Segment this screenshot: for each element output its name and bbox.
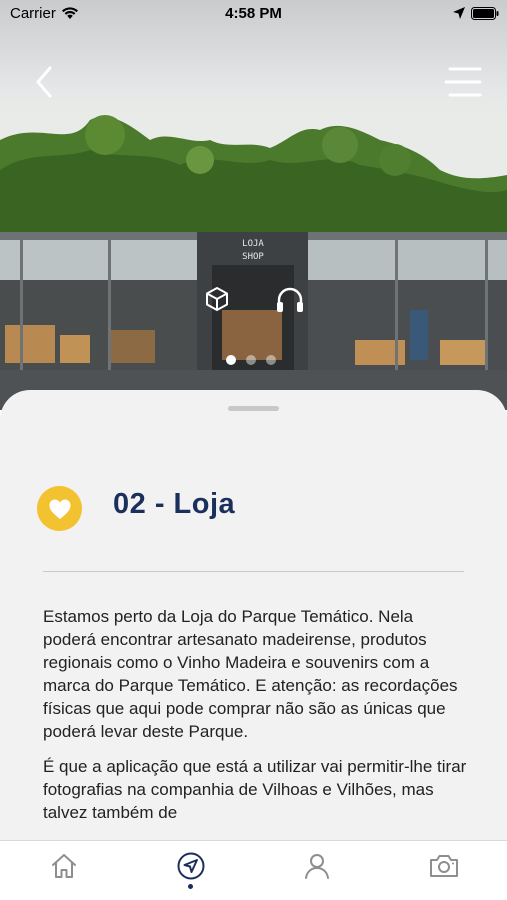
menu-icon[interactable] xyxy=(444,66,482,98)
shop-sign-line1: LOJA xyxy=(242,239,264,249)
carousel-dot[interactable] xyxy=(266,355,276,365)
page-title: 02 - Loja xyxy=(113,488,236,520)
shop-sign-line2: SHOP xyxy=(242,252,264,262)
3d-cube-icon[interactable] xyxy=(203,285,231,313)
carousel-pagination[interactable] xyxy=(226,355,276,365)
headphones-icon[interactable] xyxy=(274,284,306,316)
description-paragraph: É que a aplicação que está a utilizar va… xyxy=(43,757,467,822)
favorite-button[interactable] xyxy=(37,486,82,531)
active-tab-indicator xyxy=(188,884,193,889)
back-chevron-icon[interactable] xyxy=(30,64,60,100)
description-paragraph: Estamos perto da Loja do Parque Temático… xyxy=(43,607,458,741)
carousel-dot[interactable] xyxy=(226,355,236,365)
divider xyxy=(43,571,464,572)
status-bar: Carrier 4:58 PM xyxy=(0,0,507,28)
home-icon[interactable] xyxy=(49,851,79,881)
tab-bar xyxy=(0,840,507,900)
description: Estamos perto da Loja do Parque Temático… xyxy=(43,605,468,836)
carousel-dot[interactable] xyxy=(246,355,256,365)
sheet-grabber[interactable] xyxy=(228,406,279,411)
camera-icon[interactable] xyxy=(428,851,460,881)
detail-sheet[interactable]: 02 - Loja Estamos perto da Loja do Parqu… xyxy=(0,390,507,850)
hero-image[interactable]: LOJA SHOP xyxy=(0,0,507,410)
clock: 4:58 PM xyxy=(225,5,282,22)
battery-icon xyxy=(471,7,499,20)
heart-icon xyxy=(49,499,70,519)
shop-photo xyxy=(0,115,507,410)
profile-icon[interactable] xyxy=(302,851,332,881)
navigation-icon[interactable] xyxy=(176,851,206,881)
location-arrow-icon xyxy=(453,7,465,19)
shop-sign: LOJA SHOP xyxy=(232,238,274,264)
